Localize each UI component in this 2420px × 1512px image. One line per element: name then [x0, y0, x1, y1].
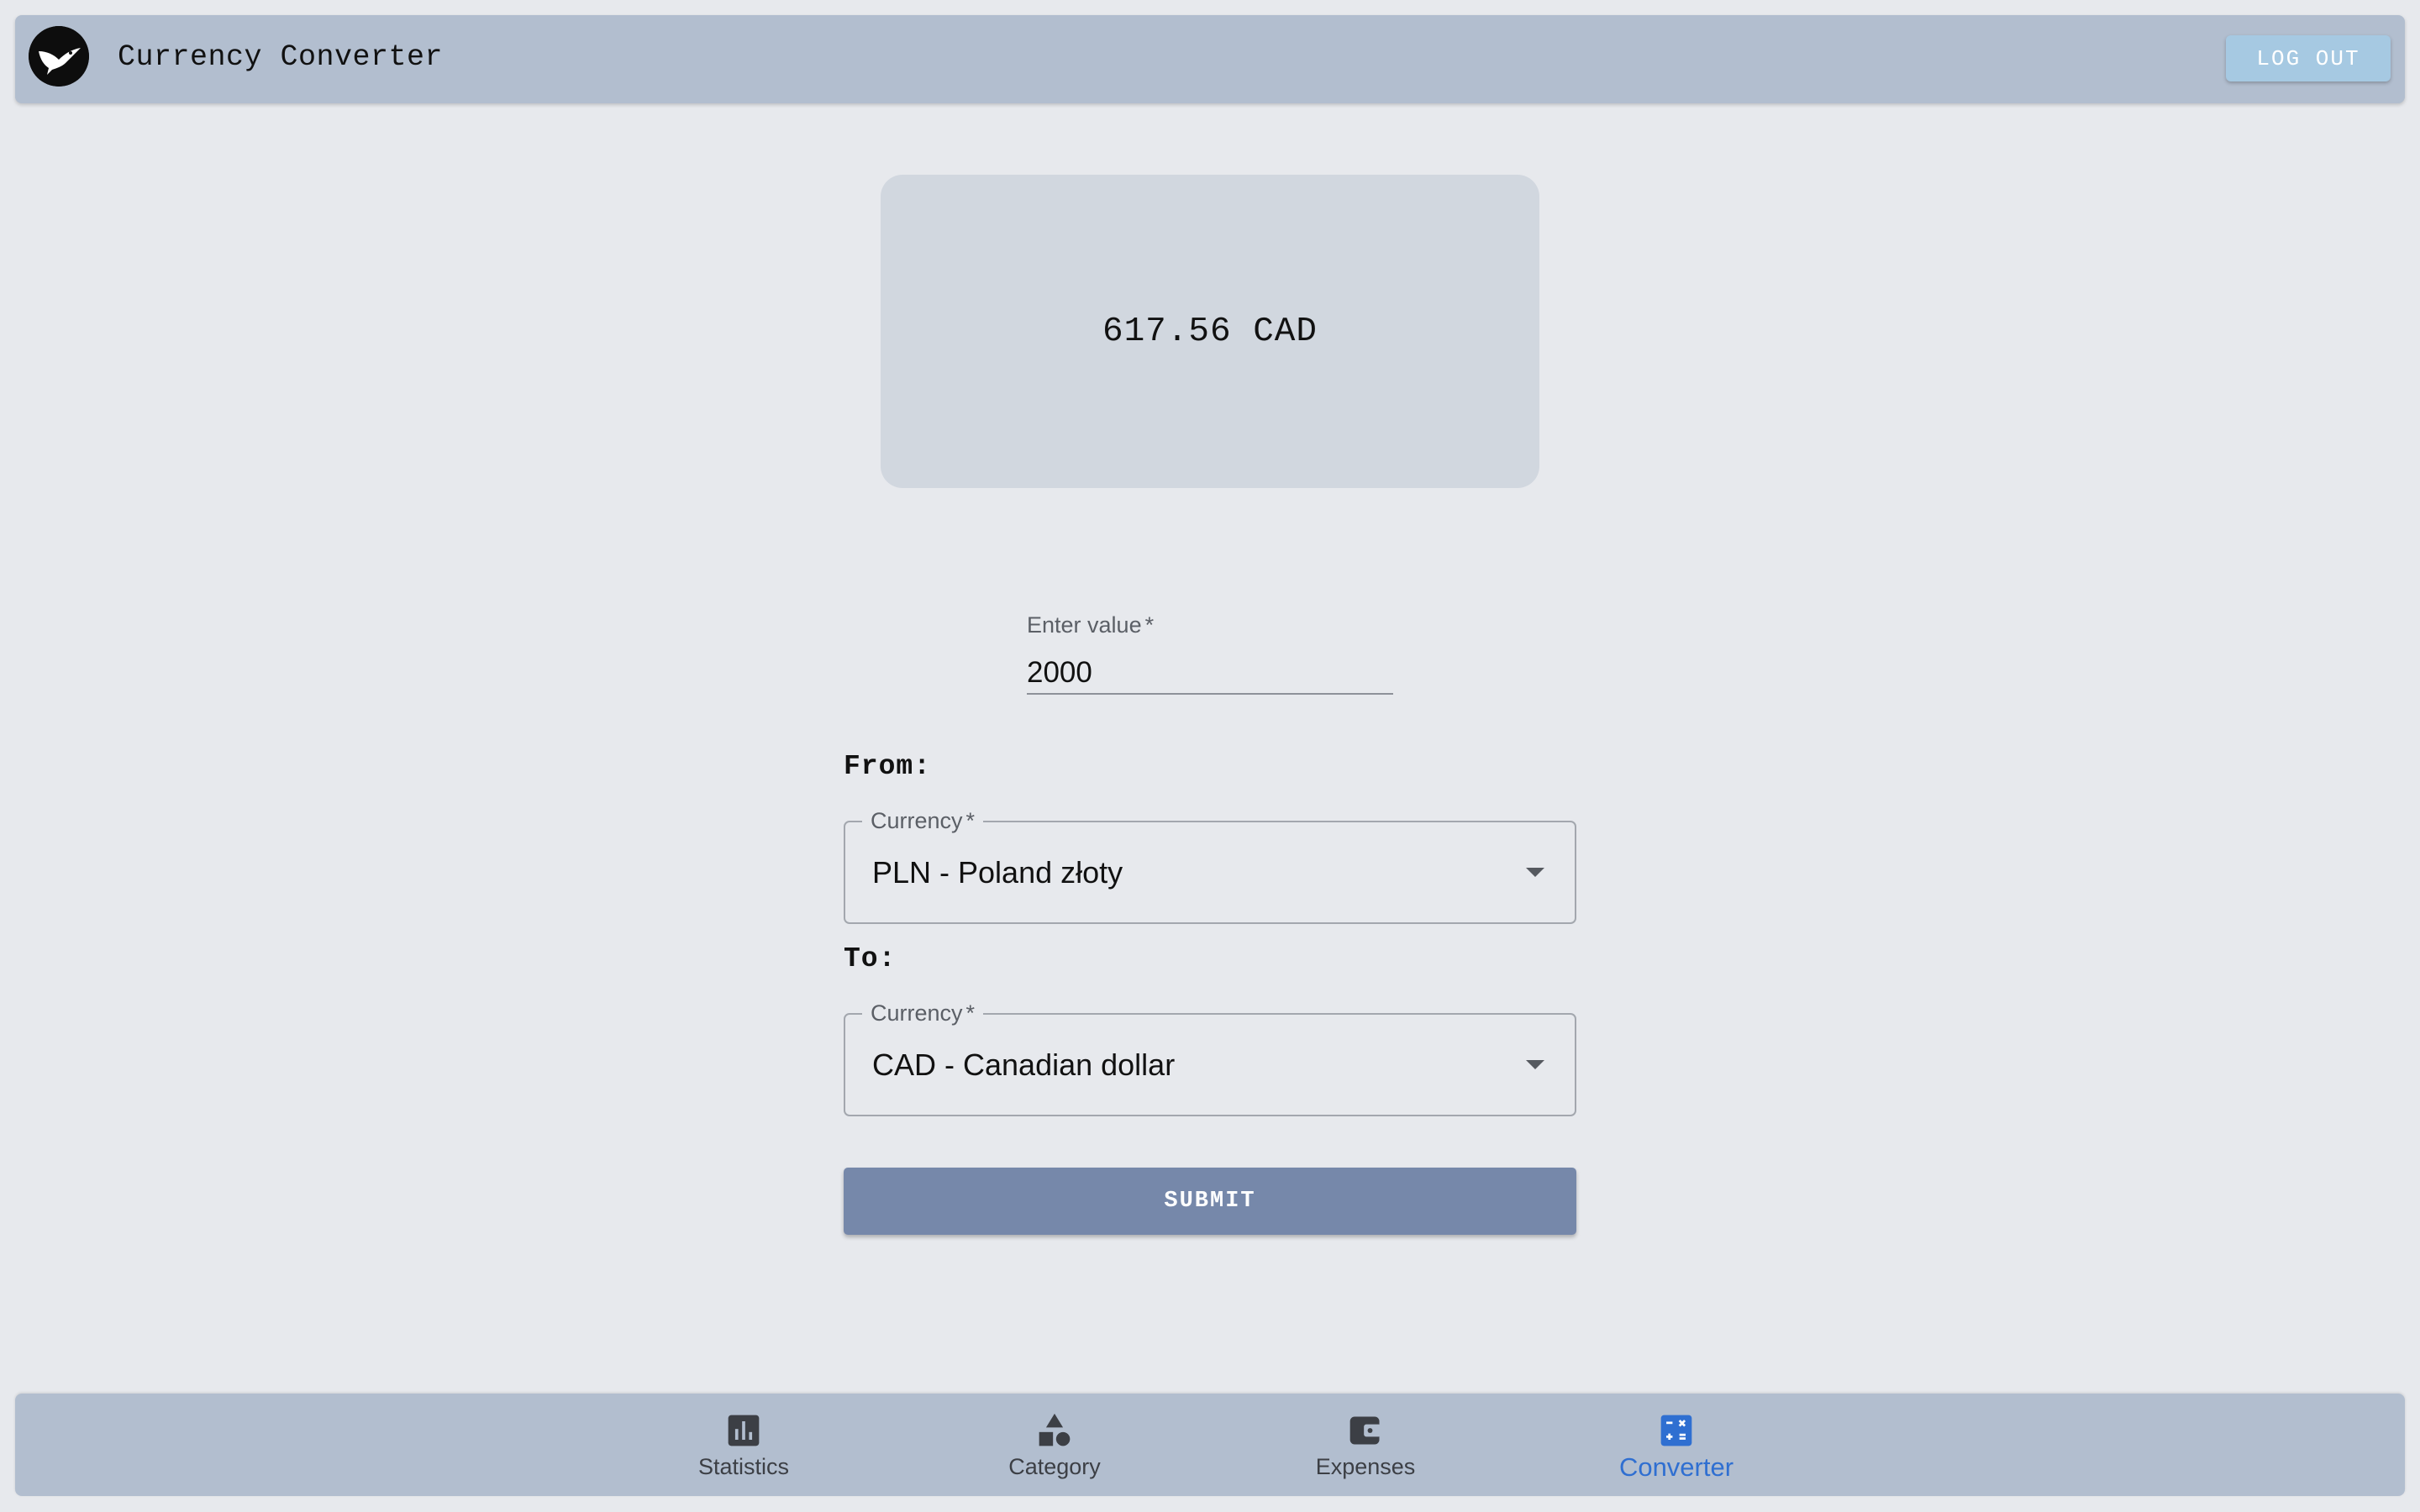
conversion-result-card: 617.56 CAD [881, 175, 1539, 488]
dropdown-arrow-icon [1526, 868, 1544, 877]
to-currency-select[interactable]: Currency * CAD - Canadian dollar [844, 999, 1576, 1116]
amount-label: Enter value * [1027, 612, 1155, 638]
wallet-icon [1347, 1412, 1384, 1449]
top-app-bar: Currency Converter LOG OUT [15, 15, 2405, 103]
from-label: From: [844, 751, 932, 782]
shapes-icon [1036, 1412, 1073, 1449]
submit-button[interactable]: SUBMIT [844, 1168, 1576, 1235]
conversion-result: 617.56 CAD [1102, 312, 1318, 351]
nav-item-converter[interactable]: Converter [1567, 1412, 1786, 1488]
dropdown-arrow-icon [1526, 1060, 1544, 1069]
calculator-icon [1658, 1412, 1695, 1449]
nav-item-category[interactable]: Category [945, 1412, 1164, 1488]
bar-chart-icon [725, 1412, 762, 1449]
bird-logo-icon [29, 26, 89, 87]
from-currency-select[interactable]: Currency * PLN - Poland złoty [844, 806, 1576, 924]
nav-item-statistics[interactable]: Statistics [634, 1412, 853, 1488]
app-title: Currency Converter [118, 40, 444, 74]
nav-label-category: Category [1008, 1454, 1101, 1479]
nav-item-expenses[interactable]: Expenses [1256, 1412, 1475, 1488]
logout-button[interactable]: LOG OUT [2226, 35, 2391, 81]
to-label: To: [844, 943, 897, 974]
nav-label-converter: Converter [1618, 1452, 1734, 1482]
bottom-navigation: Statistics Category Expenses Converter [15, 1394, 2405, 1496]
to-currency-value: CAD - Canadian dollar [872, 1047, 1176, 1082]
to-currency-label: Currency * [862, 999, 984, 1027]
nav-label-expenses: Expenses [1315, 1454, 1416, 1479]
from-currency-value: PLN - Poland złoty [872, 855, 1123, 890]
amount-field: Enter value * [1027, 609, 1393, 703]
amount-input[interactable] [1027, 653, 1393, 695]
from-currency-label: Currency * [862, 806, 984, 835]
nav-label-statistics: Statistics [697, 1454, 790, 1479]
